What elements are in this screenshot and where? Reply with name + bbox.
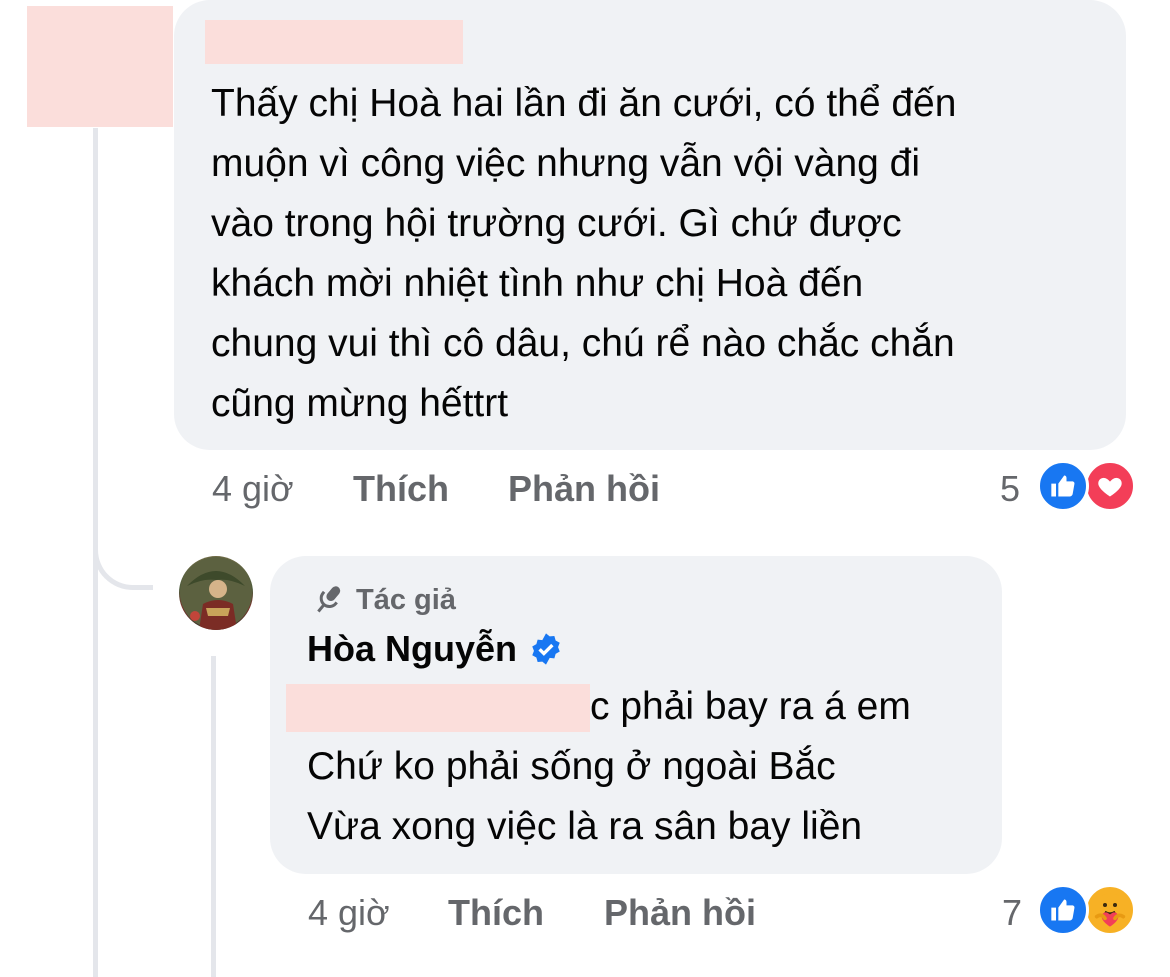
reply-line: Chứ ko phải sống ở ngoài Bắc — [307, 745, 836, 788]
comment-text: Thấy chị Hoà hai lần đi ăn cưới, có thể … — [211, 82, 957, 425]
reply-author-name[interactable]: Hòa Nguyễn — [307, 628, 517, 670]
redacted-author-name — [205, 20, 463, 64]
like-button[interactable]: Thích — [448, 892, 544, 934]
redacted-avatar — [27, 6, 173, 127]
like-icon[interactable] — [1037, 460, 1089, 512]
reply-time[interactable]: 4 giờ — [308, 892, 390, 934]
reaction-count[interactable]: 7 — [1002, 892, 1022, 934]
love-icon[interactable] — [1084, 460, 1136, 512]
author-badge-label: Tác giả — [356, 583, 456, 616]
reply-thread-line — [211, 656, 216, 977]
reply-line: c phải bay ra á em — [590, 685, 911, 728]
like-button[interactable]: Thích — [353, 468, 449, 510]
reply-text: c phải bay ra á em Chứ ko phải sống ở ng… — [307, 677, 911, 857]
author-avatar[interactable] — [179, 556, 253, 630]
microphone-icon — [317, 586, 341, 613]
care-icon[interactable] — [1084, 884, 1136, 936]
reply-button[interactable]: Phản hồi — [508, 468, 660, 510]
reply-connector — [93, 480, 153, 590]
reaction-count[interactable]: 5 — [1000, 468, 1020, 510]
reply-author[interactable]: Hòa Nguyễn — [307, 628, 563, 670]
comment-time[interactable]: 4 giờ — [212, 468, 294, 510]
verified-badge-icon — [532, 633, 560, 665]
reply-line: Vừa xong việc là ra sân bay liền — [307, 805, 863, 848]
reply-button[interactable]: Phản hồi — [604, 892, 756, 934]
author-badge: Tác giả — [310, 582, 456, 618]
like-icon[interactable] — [1037, 884, 1089, 936]
